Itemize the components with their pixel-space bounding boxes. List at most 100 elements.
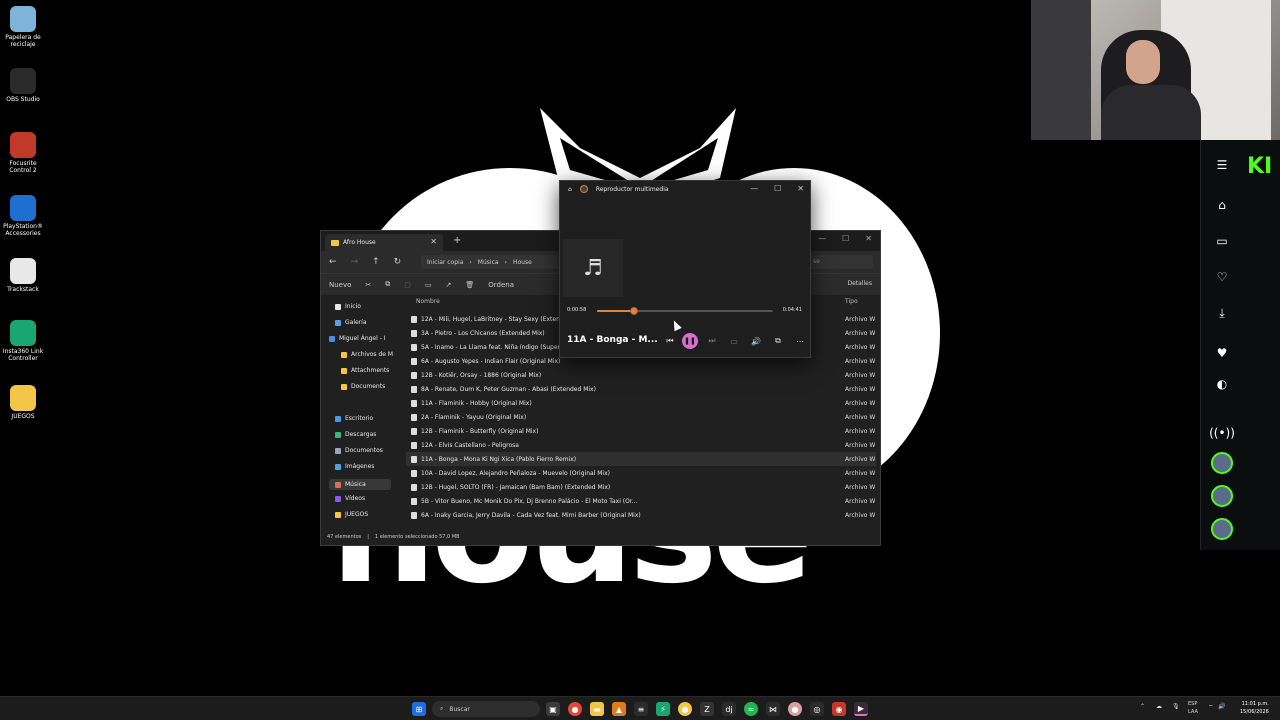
obs-icon[interactable]: ◎ <box>810 702 824 716</box>
nav-item[interactable]: Documentos <box>335 447 383 454</box>
nav-item[interactable]: Miguel Ángel - I <box>329 335 386 342</box>
chrome-icon[interactable]: ● <box>568 702 582 716</box>
clock[interactable]: 11:01 p.m. 15/06/2026 <box>1240 700 1269 716</box>
app-icon[interactable]: ≡ <box>634 702 648 716</box>
nav-item[interactable]: Descargas <box>335 431 376 438</box>
sort-button[interactable]: Ordena <box>488 281 514 289</box>
seek-thumb[interactable] <box>629 307 638 315</box>
media-player-taskbar-icon[interactable]: ▶ <box>854 702 868 716</box>
delete-icon[interactable]: 🗑 <box>465 281 474 289</box>
channel-avatar[interactable] <box>1211 485 1233 507</box>
up-icon[interactable]: ↑ <box>372 257 380 267</box>
new-button[interactable]: Nuevo <box>329 281 351 289</box>
file-row[interactable]: 12A - Elvis Castellano - Peligrosa Archiv… <box>406 438 876 452</box>
home-icon[interactable]: ⌂ <box>1211 194 1233 216</box>
channel-avatar[interactable] <box>1211 518 1233 540</box>
live-icon[interactable]: ((•)) <box>1209 422 1235 444</box>
column-type[interactable]: Tipo <box>845 298 858 305</box>
microphone-icon[interactable]: 🎙 <box>1172 703 1180 710</box>
file-row[interactable]: 5B - Vitor Bueno, Mc Monik Do Pix, Dj Br… <box>406 494 876 508</box>
file-row[interactable]: 11A - Bonga - Mona Ki Ngi Xica (Pablo Fi… <box>406 452 876 466</box>
app-icon[interactable]: ⚡ <box>656 702 670 716</box>
menu-icon[interactable]: ☰ <box>1211 154 1233 176</box>
nav-item[interactable]: Galería <box>335 319 367 326</box>
nav-item[interactable]: Attachments <box>341 367 389 374</box>
wifi-icon[interactable]: ⌔ <box>1208 703 1214 711</box>
nav-item[interactable]: Vídeos <box>335 495 365 502</box>
desktop-shortcut[interactable]: Focusrite Control 2 <box>2 132 44 174</box>
pause-button[interactable]: ❚❚ <box>682 333 698 349</box>
language-layout[interactable]: LAA <box>1188 708 1198 716</box>
start-windows-icon[interactable]: ⊞ <box>412 702 426 716</box>
breadcrumb-item[interactable]: House <box>513 259 532 266</box>
more-options-icon[interactable]: ⋯ <box>793 334 807 348</box>
minimize-icon[interactable]: — <box>750 184 758 193</box>
desktop-shortcut[interactable]: JUEGOS <box>2 385 44 420</box>
task-view-icon[interactable]: ▣ <box>546 702 560 716</box>
app-icon[interactable]: ● <box>678 702 692 716</box>
breadcrumb-item[interactable]: Música <box>478 259 499 266</box>
subtitles-icon[interactable]: ▭ <box>727 334 741 348</box>
tray-icon[interactable]: ☁ <box>1156 703 1162 710</box>
column-name[interactable]: Nombre <box>416 298 440 305</box>
app-icon[interactable]: Z <box>700 702 714 716</box>
new-tab-button[interactable]: + <box>453 235 461 246</box>
nav-item[interactable]: Imágenes <box>335 463 374 470</box>
desktop-shortcut[interactable]: PlayStation® Accessories <box>2 195 44 237</box>
seek-bar[interactable] <box>597 307 773 315</box>
forward-icon[interactable]: → <box>351 257 359 267</box>
nav-item[interactable]: Música <box>329 479 391 490</box>
explorer-tab[interactable]: Afro House ✕ <box>325 234 443 251</box>
mini-player-icon[interactable]: ⧉ <box>771 334 785 348</box>
app-icon[interactable]: ● <box>788 702 802 716</box>
file-row[interactable]: 12B - Kotiêr, Orsay - 1886 (Original Mix… <box>406 368 876 382</box>
app-icon[interactable]: ⋈ <box>766 702 780 716</box>
previous-icon[interactable]: ⏮ <box>663 334 677 348</box>
nav-item[interactable]: Escritorio <box>335 415 373 422</box>
desktop-shortcut[interactable]: Papelera de reciclaje <box>2 6 44 48</box>
address-bar[interactable]: Iniciar copia › Música › House <box>421 255 561 269</box>
home-icon[interactable]: ⌂ <box>568 186 572 193</box>
language[interactable]: ESP <box>1188 700 1198 708</box>
channel-avatar[interactable] <box>1211 452 1233 474</box>
desktop-shortcut[interactable]: OBS Studio <box>2 68 44 103</box>
focusrite-icon[interactable]: ◉ <box>832 702 846 716</box>
chevron-up-icon[interactable]: ⌃ <box>1140 703 1145 710</box>
heart-outline-icon[interactable]: ♡ <box>1211 266 1233 288</box>
close-tab-icon[interactable]: ✕ <box>430 237 437 246</box>
paste-icon[interactable]: ▢ <box>404 281 411 289</box>
taskbar-search[interactable]: ⌕ Buscar <box>432 701 540 717</box>
profile-icon[interactable]: ◐ <box>1211 373 1233 395</box>
file-row[interactable]: 8A - Renate, Dum K, Peter Guzman - Abasi… <box>406 382 876 396</box>
close-icon[interactable]: ✕ <box>797 184 804 193</box>
browse-icon[interactable]: ▭ <box>1211 230 1233 252</box>
volume-icon[interactable]: 🔊 <box>1218 703 1225 710</box>
cut-icon[interactable]: ✂ <box>365 281 371 289</box>
heart-icon[interactable]: ♥ <box>1211 342 1233 364</box>
app-icon[interactable]: ▲ <box>612 702 626 716</box>
file-explorer-icon[interactable]: ▬ <box>590 702 604 716</box>
volume-icon[interactable]: 🔊 <box>749 334 763 348</box>
next-icon[interactable]: ⏭ <box>705 334 719 348</box>
file-row[interactable]: 10A - David Lopez, Alejandro Peñaloza - … <box>406 466 876 480</box>
nav-item[interactable]: Documents <box>341 383 385 390</box>
nav-item[interactable]: Inicio <box>335 303 361 310</box>
file-row[interactable]: 11A - Flaminik - Hobby (Original Mix) Arc… <box>406 396 876 410</box>
desktop-shortcut[interactable]: Trackstack <box>2 258 44 293</box>
file-row[interactable]: 6A - Inaky Garcia, Jerry Davila - Cada V… <box>406 508 876 522</box>
minimize-icon[interactable]: — <box>818 234 826 243</box>
app-icon[interactable]: dj <box>722 702 736 716</box>
details-button[interactable]: Detalles <box>848 280 873 287</box>
file-row[interactable]: 12B - Flaminik - Butterfly (Original Mix… <box>406 424 876 438</box>
share-icon[interactable]: ↗ <box>446 281 452 289</box>
nav-item[interactable]: Archivos de M <box>341 351 393 358</box>
refresh-icon[interactable]: ↻ <box>394 257 402 267</box>
rename-icon[interactable]: ▭ <box>425 281 432 289</box>
copy-icon[interactable]: ⧉ <box>385 280 390 289</box>
maximize-icon[interactable]: ☐ <box>842 234 849 243</box>
nav-item[interactable]: JUEGOS <box>335 511 368 518</box>
download-icon[interactable]: ⤓ <box>1211 302 1233 324</box>
spotify-icon[interactable]: ≈ <box>744 702 758 716</box>
maximize-icon[interactable]: ☐ <box>774 184 781 193</box>
back-icon[interactable]: ← <box>329 257 337 267</box>
